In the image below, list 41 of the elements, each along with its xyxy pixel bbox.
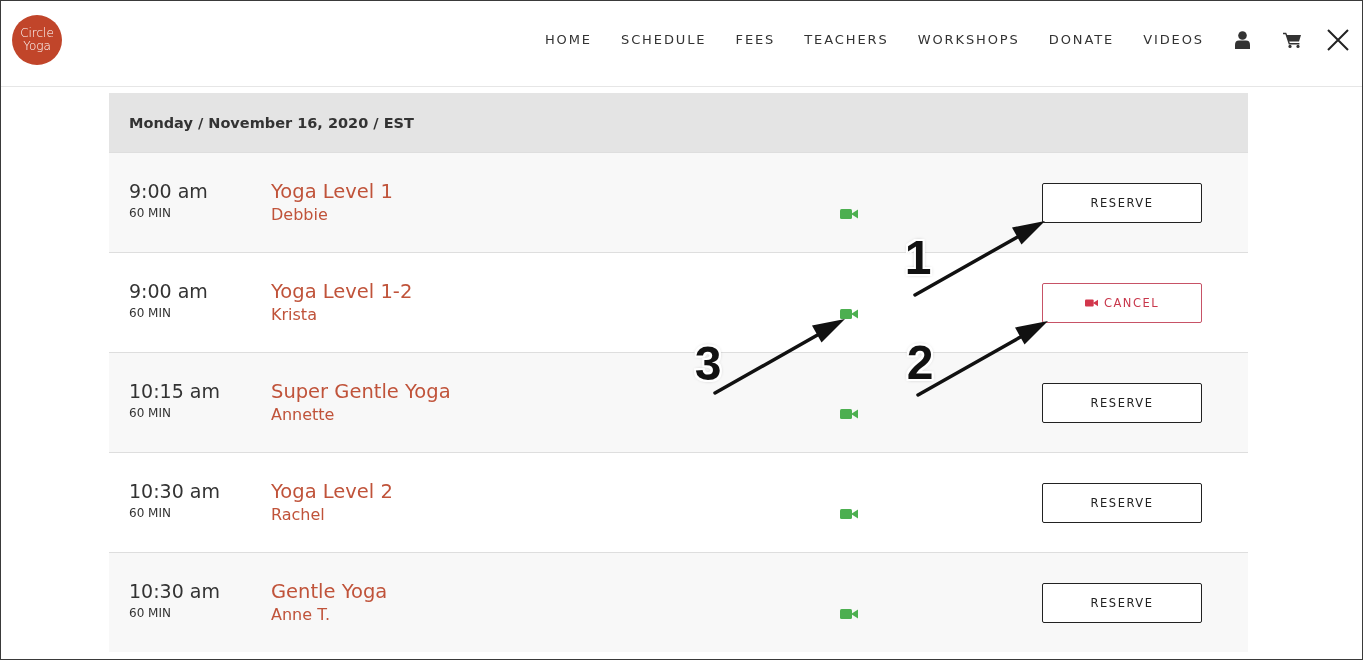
- class-duration: 60 MIN: [129, 405, 172, 421]
- reserve-button[interactable]: RESERVE: [1042, 583, 1202, 623]
- teacher-link[interactable]: Annette: [271, 405, 335, 425]
- logo[interactable]: Circle Yoga: [12, 14, 62, 65]
- class-duration: 60 MIN: [129, 205, 172, 221]
- class-time: 10:15 am: [129, 379, 221, 403]
- class-name-link[interactable]: Yoga Level 1: [271, 179, 393, 204]
- nav-link[interactable]: SCHEDULE: [621, 32, 707, 47]
- nav-link[interactable]: HOME: [544, 32, 592, 47]
- class-time: 9:00 am: [129, 279, 209, 303]
- class-time: 10:30 am: [129, 479, 221, 503]
- class-name-link[interactable]: Yoga Level 1-2: [271, 279, 413, 304]
- date-heading: Monday / November 16, 2020 / EST: [129, 114, 414, 131]
- class-duration: 60 MIN: [129, 505, 172, 521]
- cancel-button[interactable]: CANCEL: [1042, 283, 1202, 323]
- video-camera-icon: [1084, 299, 1098, 307]
- close-icon[interactable]: [1327, 28, 1349, 51]
- nav-link[interactable]: TEACHERS: [804, 32, 889, 47]
- teacher-link[interactable]: Rachel: [271, 505, 325, 525]
- nav-link[interactable]: WORKSHOPS: [917, 32, 1020, 47]
- nav-link[interactable]: FEES: [735, 32, 776, 47]
- reserve-button[interactable]: RESERVE: [1042, 483, 1202, 523]
- class-name-link[interactable]: Yoga Level 2: [271, 479, 393, 504]
- nav-link[interactable]: VIDEOS: [1143, 32, 1204, 47]
- class-name-link[interactable]: Gentle Yoga: [271, 579, 388, 604]
- user-icon[interactable]: [1235, 30, 1250, 49]
- cart-icon[interactable]: [1283, 31, 1301, 48]
- class-duration: 60 MIN: [129, 605, 172, 621]
- class-duration: 60 MIN: [129, 305, 172, 321]
- reserve-button[interactable]: RESERVE: [1042, 383, 1202, 423]
- nav-link[interactable]: DONATE: [1048, 32, 1115, 47]
- annotation-number: 3: [693, 339, 723, 389]
- annotation-number: 1: [903, 233, 933, 283]
- class-time: 10:30 am: [129, 579, 221, 603]
- teacher-link[interactable]: Anne T.: [271, 605, 331, 625]
- teacher-link[interactable]: Debbie: [271, 205, 328, 225]
- teacher-link[interactable]: Krista: [271, 305, 317, 325]
- class-time: 9:00 am: [129, 179, 209, 203]
- reserve-button[interactable]: RESERVE: [1042, 183, 1202, 223]
- annotation-number: 2: [905, 338, 935, 388]
- class-name-link[interactable]: Super Gentle Yoga: [271, 379, 451, 404]
